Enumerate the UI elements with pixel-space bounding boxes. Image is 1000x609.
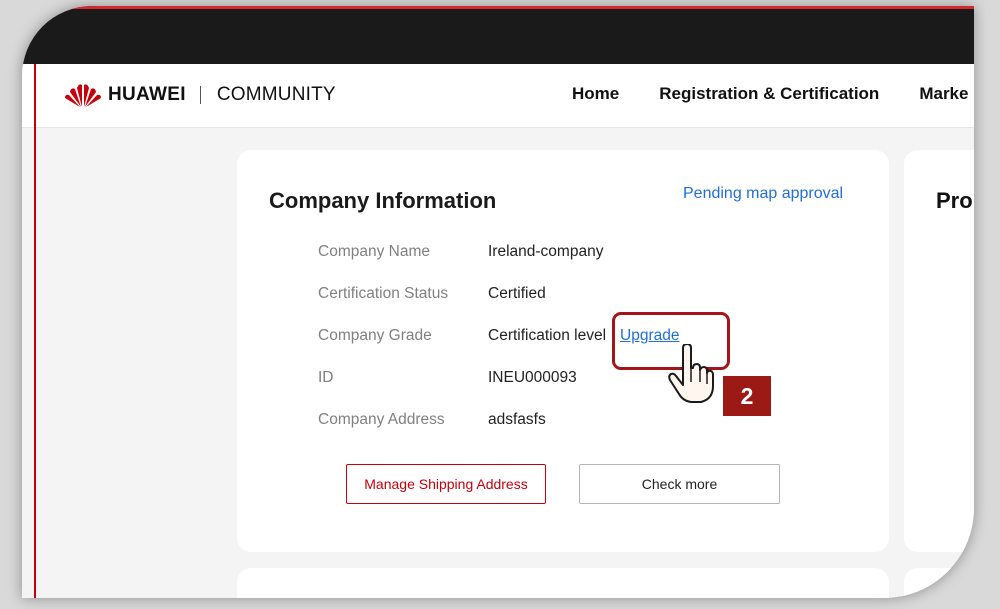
screenshot-frame: HUAWEI COMMUNITY Home Registration & Cer… xyxy=(22,6,974,598)
info-label: ID xyxy=(318,369,334,386)
info-row-company-address: Company Address adsfasfs xyxy=(318,409,546,431)
brand-divider xyxy=(199,86,201,104)
pending-map-approval-link[interactable]: Pending map approval xyxy=(683,185,843,203)
company-information-card: Company Information Pending map approval… xyxy=(237,150,889,552)
profile-card: Pro xyxy=(904,150,974,552)
nav-home[interactable]: Home xyxy=(572,84,619,104)
logo[interactable]: HUAWEI COMMUNITY xyxy=(64,82,336,108)
card-title: Company Information xyxy=(269,188,497,213)
info-value: Certified xyxy=(488,285,546,302)
hand-pointer-icon xyxy=(668,344,714,403)
nav-marketplace[interactable]: Marke xyxy=(919,84,968,104)
info-label: Certification Status xyxy=(318,285,449,302)
profile-card-title: Pro xyxy=(936,188,973,213)
nav-registration-certification[interactable]: Registration & Certification xyxy=(659,84,879,104)
bottom-card xyxy=(237,568,889,598)
info-value: INEU000093 xyxy=(488,369,577,386)
info-label: Company Grade xyxy=(318,327,432,344)
info-row-certification-status: Certification Status Certified xyxy=(318,283,546,305)
huawei-logo-icon xyxy=(65,84,101,107)
main-nav: Home Registration & Certification Marke xyxy=(572,84,974,104)
step-number-badge: 2 xyxy=(723,376,771,416)
info-row-company-name: Company Name Ireland-company xyxy=(318,241,603,263)
info-value: Ireland-company xyxy=(488,243,604,260)
left-accent-line xyxy=(34,64,36,598)
check-more-button[interactable]: Check more xyxy=(579,464,780,504)
manage-shipping-address-button[interactable]: Manage Shipping Address xyxy=(346,464,546,504)
bottom-right-card xyxy=(904,568,974,598)
info-value: adsfasfs xyxy=(488,411,546,428)
info-label: Company Name xyxy=(318,243,430,260)
info-label: Company Address xyxy=(318,411,445,428)
brand-name: HUAWEI xyxy=(108,84,186,105)
top-bar xyxy=(22,6,974,64)
nav-bar: HUAWEI COMMUNITY Home Registration & Cer… xyxy=(22,64,974,128)
section-title: COMMUNITY xyxy=(216,84,336,105)
info-value: Certification level xyxy=(488,327,607,344)
info-row-id: ID INEU000093 xyxy=(318,367,577,389)
